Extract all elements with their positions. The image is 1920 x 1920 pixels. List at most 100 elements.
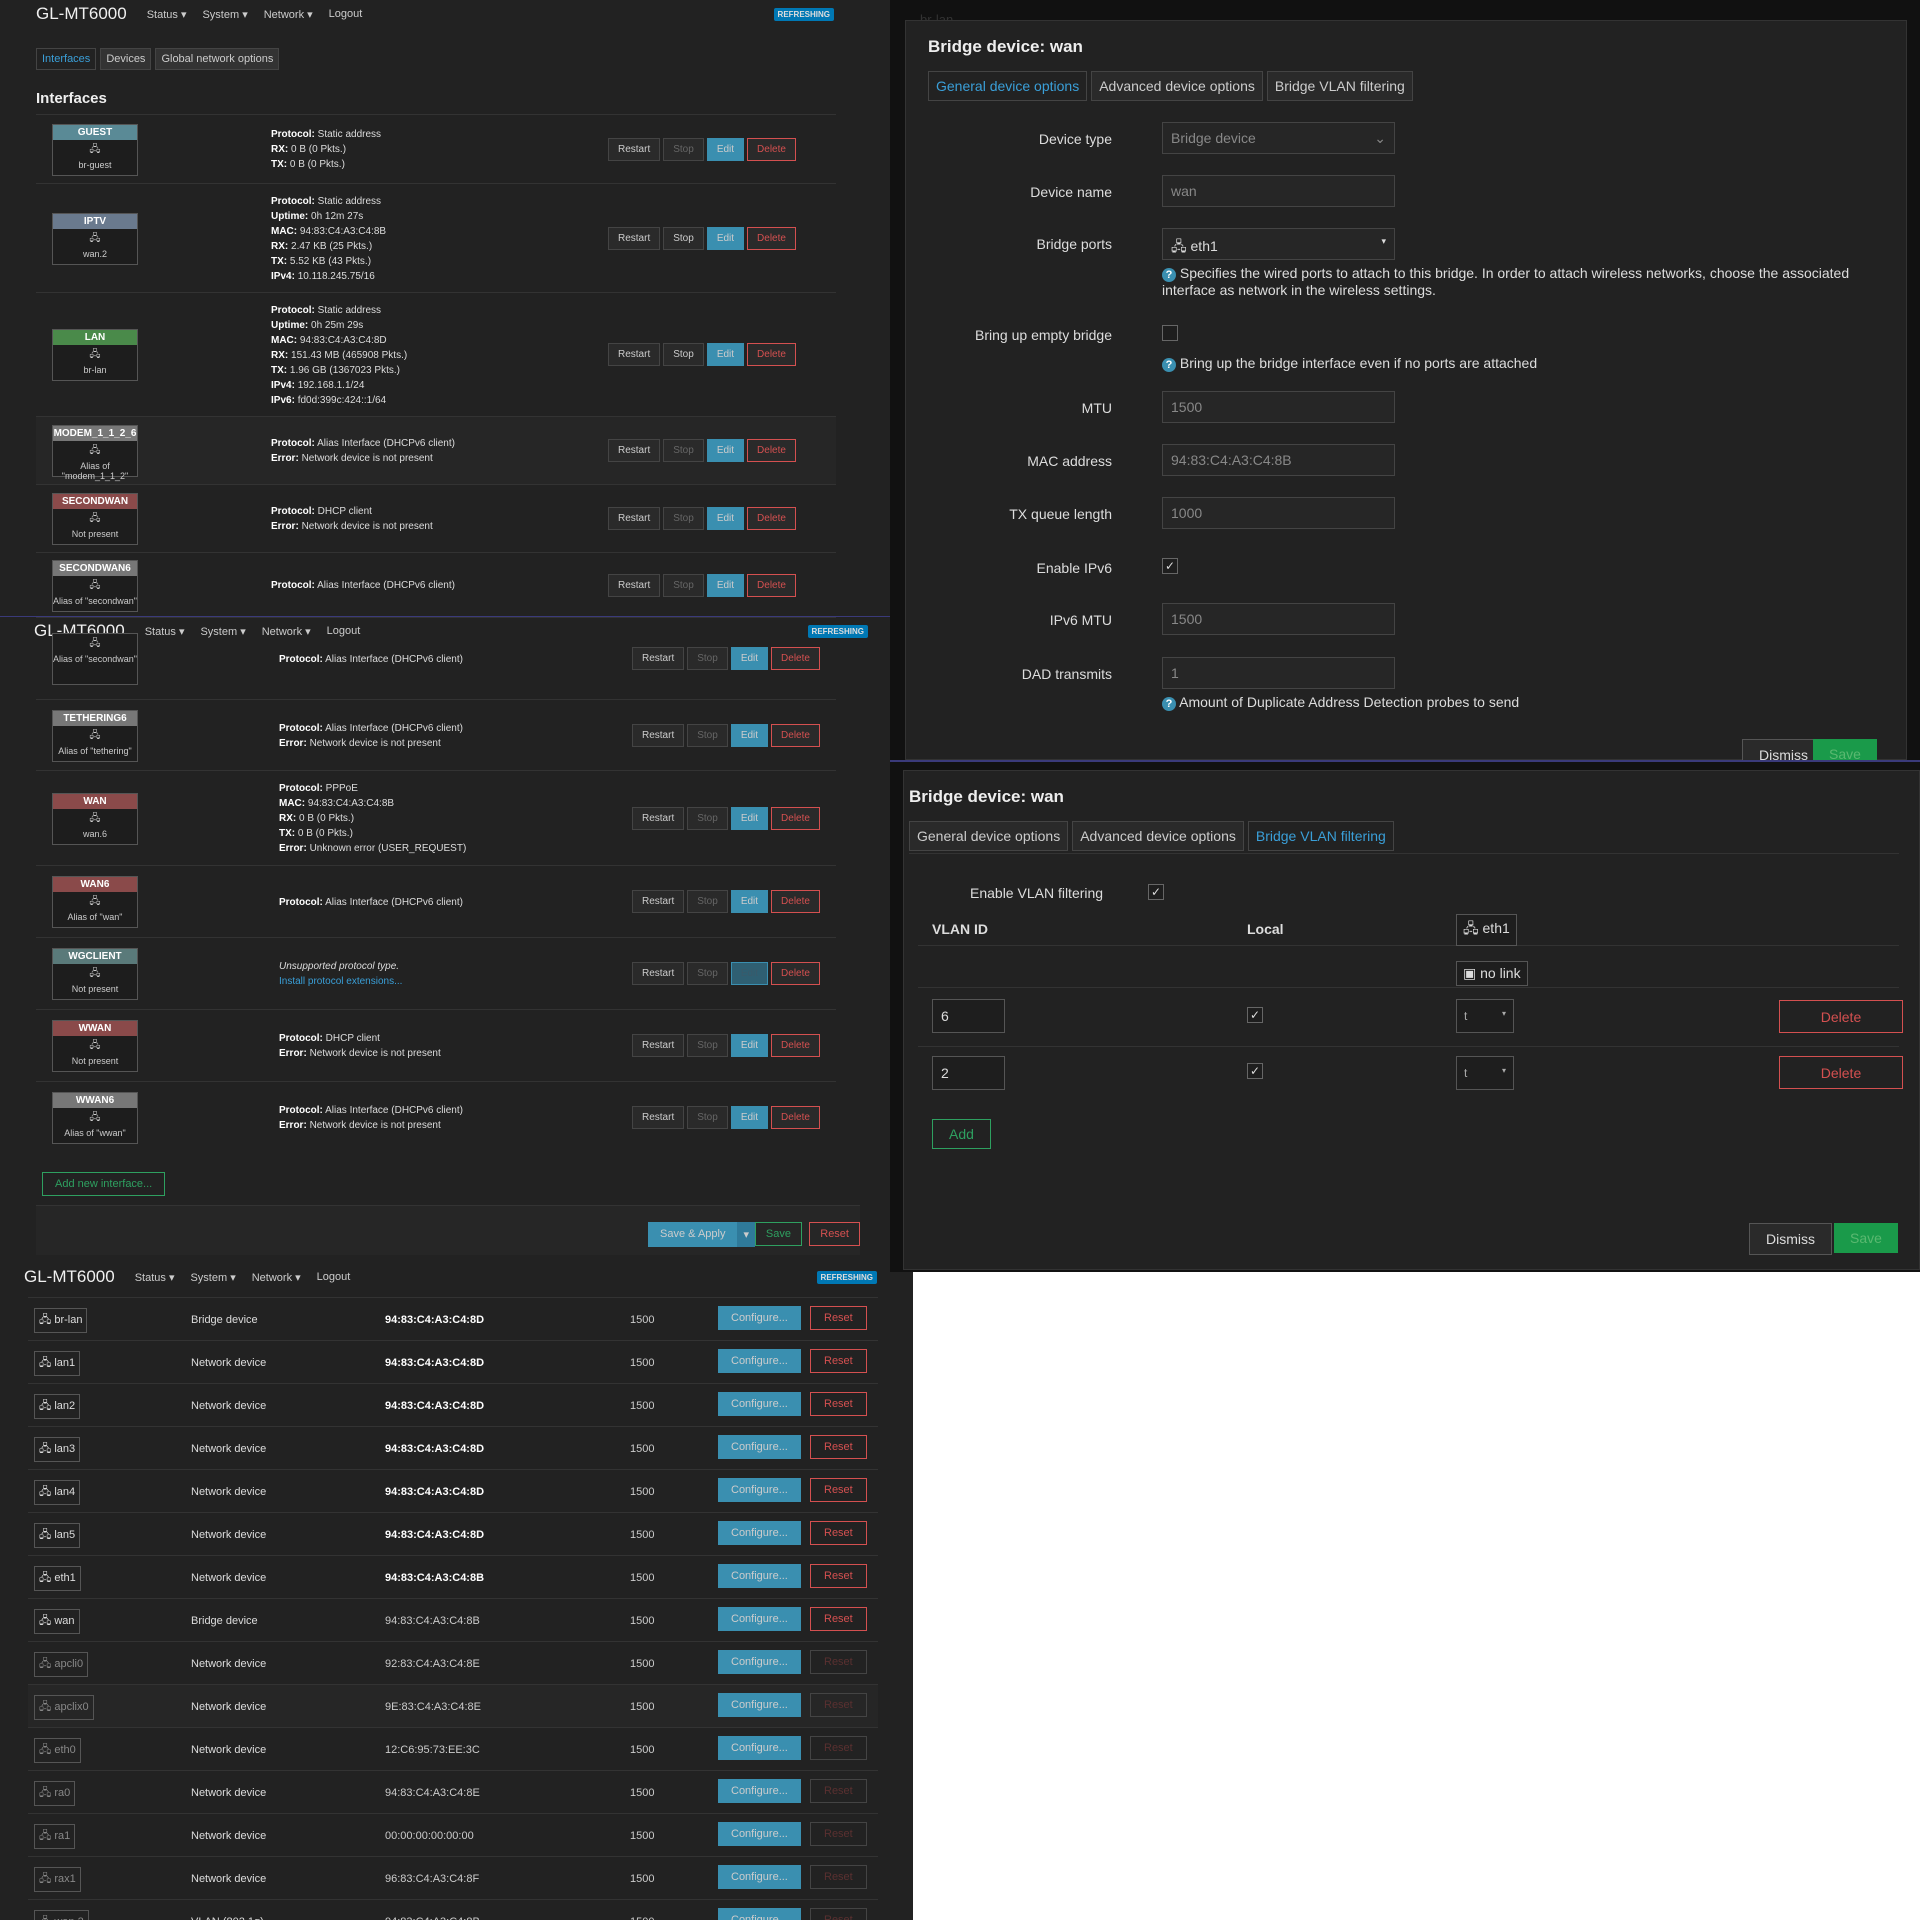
- mac-address-input[interactable]: 94:83:C4:A3:C4:8B: [1162, 444, 1395, 476]
- device-name-input[interactable]: wan: [1162, 175, 1395, 207]
- reset-button[interactable]: Reset: [810, 1306, 867, 1330]
- reset-button[interactable]: Reset: [810, 1779, 867, 1803]
- restart-button[interactable]: Restart: [632, 962, 685, 985]
- reset-button[interactable]: Reset: [810, 1607, 867, 1631]
- nav-network[interactable]: Network ▾: [252, 1271, 301, 1284]
- refreshing-badge[interactable]: REFRESHING: [773, 8, 834, 21]
- local-checkbox-1[interactable]: ✓: [1247, 1007, 1263, 1023]
- delete-button[interactable]: Delete: [747, 573, 796, 597]
- vlan-id-input-1[interactable]: 6: [932, 999, 1005, 1033]
- configure-button[interactable]: Configure...: [718, 1908, 801, 1920]
- reset-button[interactable]: Reset: [809, 1222, 860, 1246]
- restart-button[interactable]: Restart: [632, 1034, 685, 1057]
- configure-button[interactable]: Configure...: [718, 1521, 801, 1545]
- dismiss-button[interactable]: Dismiss: [1749, 1223, 1832, 1255]
- port-mode-select-1[interactable]: t ▾: [1456, 999, 1514, 1033]
- restart-button[interactable]: Restart: [608, 343, 661, 366]
- reset-button[interactable]: Reset: [810, 1865, 867, 1889]
- tab-advanced-options[interactable]: Advanced device options: [1072, 821, 1244, 851]
- save-button[interactable]: Save: [1813, 739, 1877, 760]
- reset-button[interactable]: Reset: [810, 1392, 867, 1416]
- configure-button[interactable]: Configure...: [718, 1736, 801, 1760]
- stop-button[interactable]: Stop: [663, 137, 704, 161]
- brand-title[interactable]: GL-MT6000: [24, 1267, 115, 1287]
- device-type-select[interactable]: Bridge device ⌄: [1162, 122, 1395, 154]
- restart-button[interactable]: Restart: [632, 1106, 685, 1129]
- stop-button[interactable]: Stop: [687, 647, 728, 670]
- stop-button[interactable]: Stop: [663, 343, 704, 366]
- configure-button[interactable]: Configure...: [718, 1564, 801, 1588]
- configure-button[interactable]: Configure...: [718, 1349, 801, 1373]
- edit-button[interactable]: Edit: [730, 723, 769, 747]
- dad-input[interactable]: 1: [1162, 657, 1395, 689]
- configure-button[interactable]: Configure...: [718, 1306, 801, 1330]
- configure-button[interactable]: Configure...: [718, 1435, 801, 1459]
- nav-network[interactable]: Network ▾: [264, 8, 313, 21]
- delete-button[interactable]: Delete: [771, 1034, 820, 1057]
- tx-queue-input[interactable]: 1000: [1162, 497, 1395, 529]
- edit-button[interactable]: Edit: [730, 647, 769, 670]
- save-apply-button[interactable]: Save & Apply: [648, 1222, 738, 1247]
- vlan-add-button[interactable]: Add: [932, 1119, 991, 1149]
- tab-interfaces[interactable]: Interfaces: [36, 48, 97, 70]
- nav-status[interactable]: Status ▾: [135, 1271, 175, 1284]
- delete-button[interactable]: Delete: [747, 439, 796, 462]
- reset-button[interactable]: Reset: [810, 1478, 867, 1502]
- restart-button[interactable]: Restart: [608, 137, 661, 161]
- add-interface-button[interactable]: Add new interface...: [42, 1172, 166, 1196]
- restart-button[interactable]: Restart: [632, 806, 685, 830]
- stop-button[interactable]: Stop: [687, 1034, 728, 1057]
- reset-button[interactable]: Reset: [810, 1564, 867, 1588]
- edit-button[interactable]: Edit: [730, 962, 769, 985]
- edit-button[interactable]: Edit: [730, 890, 769, 913]
- vlan-enable-checkbox[interactable]: ✓: [1148, 884, 1164, 900]
- save-button[interactable]: Save: [754, 1222, 802, 1246]
- tab-global-options[interactable]: Global network options: [155, 48, 280, 70]
- reset-button[interactable]: Reset: [810, 1693, 867, 1717]
- configure-button[interactable]: Configure...: [718, 1650, 801, 1674]
- delete-button[interactable]: Delete: [747, 137, 796, 161]
- edit-button[interactable]: Edit: [706, 343, 745, 366]
- nav-status[interactable]: Status ▾: [147, 8, 187, 21]
- edit-button[interactable]: Edit: [706, 137, 745, 161]
- delete-button[interactable]: Delete: [747, 343, 796, 366]
- reset-button[interactable]: Reset: [810, 1822, 867, 1846]
- restart-button[interactable]: Restart: [608, 507, 661, 530]
- tab-general-options[interactable]: General device options: [909, 821, 1069, 851]
- nav-system[interactable]: System ▾: [190, 1271, 235, 1284]
- restart-button[interactable]: Restart: [632, 723, 685, 747]
- edit-button[interactable]: Edit: [730, 1034, 769, 1057]
- configure-button[interactable]: Configure...: [718, 1822, 801, 1846]
- stop-button[interactable]: Stop: [687, 723, 728, 747]
- delete-button[interactable]: Delete: [771, 890, 820, 913]
- configure-button[interactable]: Configure...: [718, 1779, 801, 1803]
- delete-button[interactable]: Delete: [747, 226, 796, 250]
- stop-button[interactable]: Stop: [687, 1106, 728, 1129]
- configure-button[interactable]: Configure...: [718, 1478, 801, 1502]
- restart-button[interactable]: Restart: [632, 647, 685, 670]
- stop-button[interactable]: Stop: [663, 439, 704, 462]
- stop-button[interactable]: Stop: [687, 962, 728, 985]
- stop-button[interactable]: Stop: [663, 226, 704, 250]
- info-line[interactable]: Install protocol extensions...: [279, 974, 402, 989]
- delete-button[interactable]: Delete: [771, 647, 820, 670]
- refreshing-badge[interactable]: REFRESHING: [816, 1271, 877, 1284]
- restart-button[interactable]: Restart: [608, 439, 661, 462]
- reset-button[interactable]: Reset: [810, 1650, 867, 1674]
- delete-button[interactable]: Delete: [747, 507, 796, 530]
- nav-system[interactable]: System ▾: [202, 8, 247, 21]
- mtu-input[interactable]: 1500: [1162, 391, 1395, 423]
- edit-button[interactable]: Edit: [706, 507, 745, 530]
- nav-logout[interactable]: Logout: [329, 8, 363, 20]
- restart-button[interactable]: Restart: [608, 573, 661, 597]
- local-checkbox-2[interactable]: ✓: [1247, 1063, 1263, 1079]
- edit-button[interactable]: Edit: [730, 806, 769, 830]
- delete-button[interactable]: Delete: [771, 1106, 820, 1129]
- stop-button[interactable]: Stop: [687, 806, 728, 830]
- ipv6-checkbox[interactable]: ✓: [1162, 558, 1178, 574]
- stop-button[interactable]: Stop: [663, 573, 704, 597]
- vlan-delete-button-1[interactable]: Delete: [1779, 1000, 1903, 1033]
- configure-button[interactable]: Configure...: [718, 1693, 801, 1717]
- nav-logout[interactable]: Logout: [317, 1271, 351, 1283]
- restart-button[interactable]: Restart: [632, 890, 685, 913]
